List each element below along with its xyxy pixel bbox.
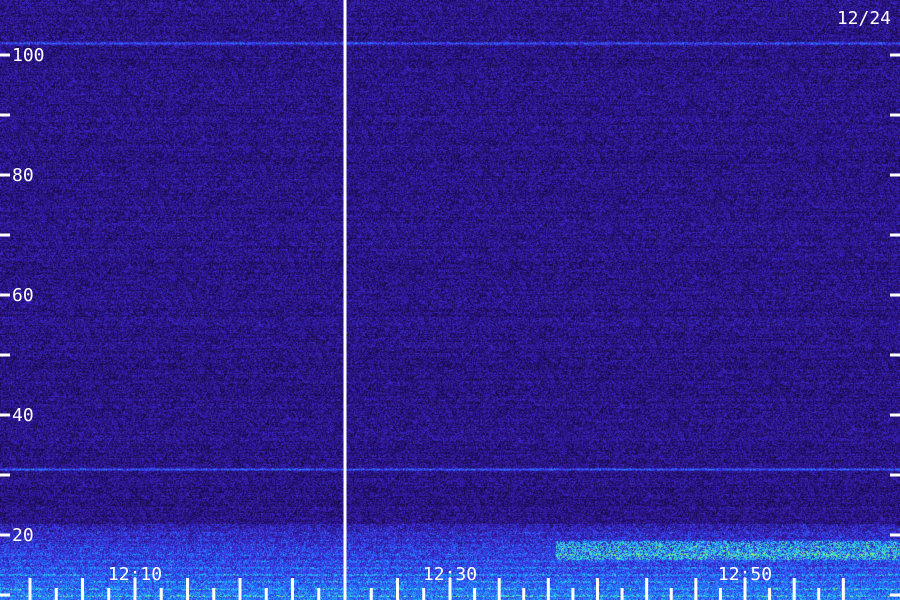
x-tick-label: 12:10 — [108, 564, 162, 585]
spectrogram-chart: 20 40 60 80 100 12:10 12:30 12:50 12/24 — [0, 0, 900, 600]
y-tick-label: 100 — [12, 45, 45, 66]
y-tick-label: 80 — [12, 165, 34, 186]
x-tick-label: 12:50 — [718, 564, 772, 585]
x-tick-label: 12:30 — [423, 564, 477, 585]
chart-overlay: 20 40 60 80 100 12:10 12:30 12:50 12/24 — [0, 0, 900, 600]
y-tick-label: 20 — [12, 525, 34, 546]
date-label: 12/24 — [837, 8, 891, 29]
y-tick-label: 40 — [12, 405, 34, 426]
y-tick-label: 60 — [12, 285, 34, 306]
